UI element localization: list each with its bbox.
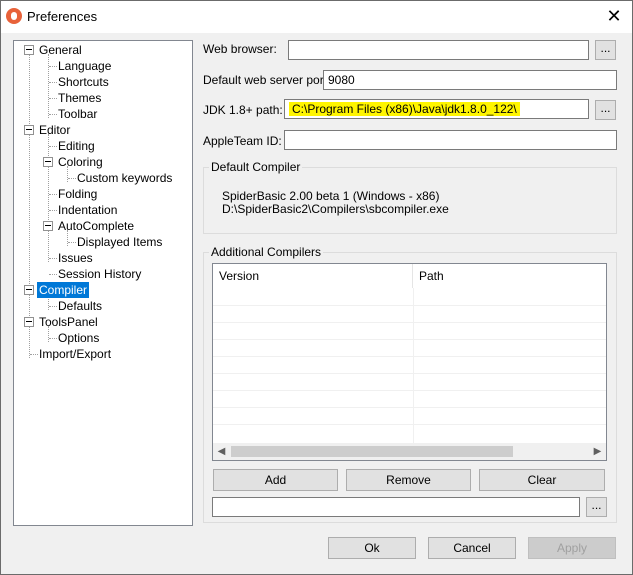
row-divider — [213, 424, 606, 425]
tree-connector — [49, 210, 57, 211]
tree-connector — [48, 54, 49, 118]
jdk-path-field[interactable]: C:\Program Files (x86)\Java\jdk1.8.0_122… — [284, 99, 589, 119]
preferences-tree[interactable]: General Language Shortcuts Themes Toolba… — [13, 40, 193, 526]
web-server-port-label: Default web server port: — [203, 73, 331, 87]
tree-connector — [49, 194, 57, 195]
tree-item-issues[interactable]: Issues — [58, 250, 93, 266]
jdk-path-value: C:\Program Files (x86)\Java\jdk1.8.0_122… — [289, 102, 520, 116]
tree-item-folding[interactable]: Folding — [58, 186, 97, 202]
tree-item-autocomplete[interactable]: AutoComplete — [58, 218, 134, 234]
web-browser-field[interactable] — [288, 40, 589, 60]
row-divider — [213, 373, 606, 374]
ok-button[interactable]: Ok — [328, 537, 416, 559]
compiler-path-field[interactable] — [212, 497, 580, 517]
tree-connector — [49, 306, 57, 307]
tree-item-indentation[interactable]: Indentation — [58, 202, 117, 218]
tree-item-editing[interactable]: Editing — [58, 138, 95, 154]
column-header-version[interactable]: Version — [213, 264, 413, 288]
web-browser-label: Web browser: — [203, 42, 277, 56]
tree-connector — [49, 82, 57, 83]
additional-compilers-title: Additional Compilers — [209, 245, 324, 259]
tree-item-editor[interactable]: Editor — [39, 122, 70, 138]
tree-connector — [49, 146, 57, 147]
window-title: Preferences — [27, 9, 98, 24]
tree-connector — [30, 354, 38, 355]
default-compiler-path: D:\SpiderBasic2\Compilers\sbcompiler.exe — [222, 202, 449, 216]
default-compiler-version: SpiderBasic 2.00 beta 1 (Windows - x86) — [222, 189, 440, 203]
cancel-button[interactable]: Cancel — [428, 537, 516, 559]
jdk-browse-button[interactable]: ... — [595, 100, 616, 120]
tree-connector — [49, 66, 57, 67]
clear-compilers-button[interactable]: Clear — [479, 469, 605, 491]
tree-item-themes[interactable]: Themes — [58, 90, 101, 106]
tree-connector — [49, 274, 57, 275]
collapse-icon[interactable] — [43, 157, 53, 167]
row-divider — [213, 407, 606, 408]
collapse-icon[interactable] — [24, 285, 34, 295]
column-divider — [413, 288, 414, 443]
collapse-icon[interactable] — [43, 221, 53, 231]
tree-item-defaults[interactable]: Defaults — [58, 298, 102, 314]
collapse-icon[interactable] — [24, 45, 34, 55]
tree-item-options[interactable]: Options — [58, 330, 99, 346]
horizontal-scrollbar[interactable]: ◀ ▶ — [213, 443, 606, 460]
add-compiler-button[interactable]: Add — [213, 469, 338, 491]
tree-item-toolspanel[interactable]: ToolsPanel — [39, 314, 98, 330]
column-header-path[interactable]: Path — [413, 264, 606, 288]
tree-connector — [49, 98, 57, 99]
tree-connector — [48, 134, 49, 262]
row-divider — [213, 339, 606, 340]
web-browser-browse-button[interactable]: ... — [595, 40, 616, 60]
apply-button[interactable]: Apply — [528, 537, 616, 559]
tree-item-coloring[interactable]: Coloring — [58, 154, 103, 170]
apple-team-id-label: AppleTeam ID: — [203, 134, 282, 148]
row-divider — [213, 390, 606, 391]
remove-compiler-button[interactable]: Remove — [346, 469, 471, 491]
compiler-path-browse-button[interactable]: ... — [586, 497, 607, 517]
tree-connector — [49, 114, 57, 115]
tree-item-language[interactable]: Language — [58, 58, 111, 74]
app-icon — [6, 8, 22, 24]
collapse-icon[interactable] — [24, 317, 34, 327]
tree-connector — [49, 338, 57, 339]
collapse-icon[interactable] — [24, 125, 34, 135]
tree-item-custom-keywords[interactable]: Custom keywords — [77, 170, 172, 186]
default-compiler-title: Default Compiler — [209, 160, 303, 174]
scrollbar-thumb[interactable] — [231, 446, 513, 457]
scroll-right-icon[interactable]: ▶ — [589, 443, 606, 460]
additional-compilers-list[interactable]: Version Path ◀ ▶ — [212, 263, 607, 461]
tree-connector — [68, 178, 76, 179]
tree-item-import-export[interactable]: Import/Export — [39, 346, 111, 362]
tree-item-general[interactable]: General — [39, 42, 82, 58]
tree-item-toolbar[interactable]: Toolbar — [58, 106, 97, 122]
web-server-port-field[interactable]: 9080 — [323, 70, 617, 90]
row-divider — [213, 322, 606, 323]
tree-item-session-history[interactable]: Session History — [58, 266, 141, 282]
tree-connector — [49, 258, 57, 259]
scroll-left-icon[interactable]: ◀ — [213, 443, 230, 460]
tree-connector — [29, 54, 30, 358]
tree-item-displayed-items[interactable]: Displayed Items — [77, 234, 162, 250]
tree-item-shortcuts[interactable]: Shortcuts — [58, 74, 109, 90]
close-icon[interactable]: ✕ — [604, 6, 624, 26]
row-divider — [213, 305, 606, 306]
apple-team-id-field[interactable] — [284, 130, 617, 150]
tree-item-compiler[interactable]: Compiler — [37, 282, 90, 298]
jdk-path-label: JDK 1.8+ path: — [203, 103, 283, 117]
tree-connector — [68, 242, 76, 243]
row-divider — [213, 356, 606, 357]
